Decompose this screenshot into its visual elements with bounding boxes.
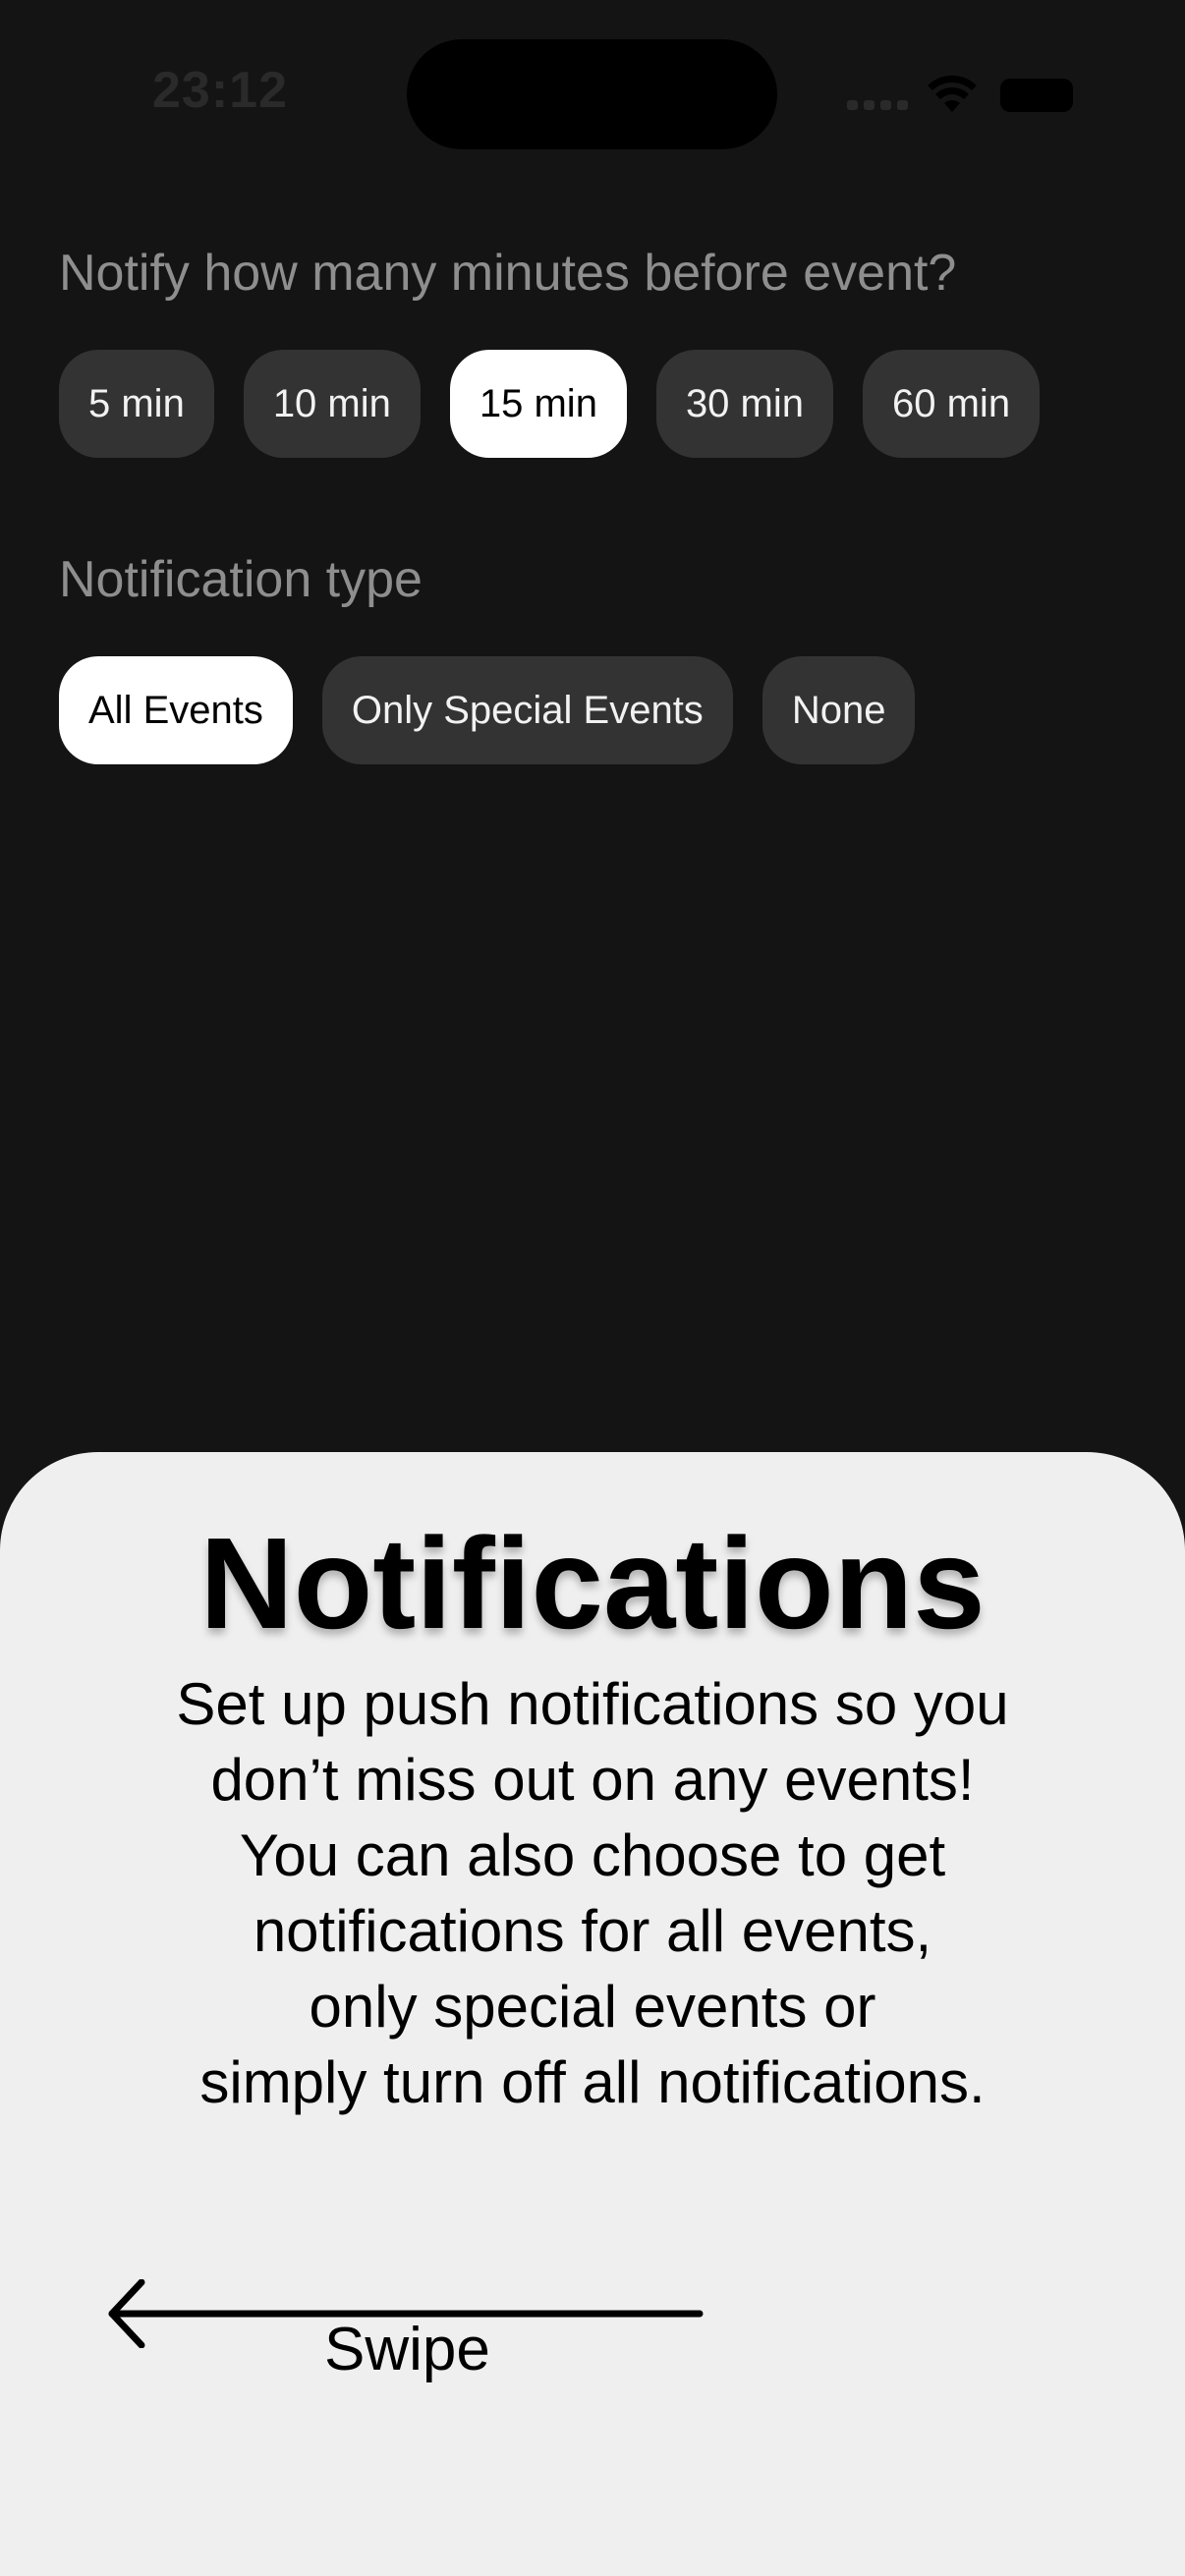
type-option-special-events[interactable]: Only Special Events — [321, 656, 733, 764]
minutes-option-15[interactable]: 15 min — [449, 350, 627, 458]
battery-icon — [1000, 79, 1073, 112]
description-line: don’t miss out on any events! — [210, 1747, 975, 1813]
description-line: only special events or — [309, 1974, 876, 2040]
description-line: You can also choose to get — [239, 1822, 946, 1888]
minutes-option-10[interactable]: 10 min — [243, 350, 421, 458]
type-section-label: Notification type — [59, 551, 423, 608]
minutes-option-5[interactable]: 5 min — [59, 350, 214, 458]
description-line: simply turn off all notifications. — [199, 2049, 986, 2115]
type-option-none[interactable]: None — [762, 656, 916, 764]
type-option-all-events[interactable]: All Events — [59, 656, 293, 764]
status-bar: 23:12 — [0, 0, 1185, 196]
sheet-description: Set up push notifications so you don’t m… — [59, 1666, 1126, 2120]
status-time: 23:12 — [152, 62, 288, 119]
minutes-options: 5 min 10 min 15 min 30 min 60 min — [59, 350, 1041, 458]
minutes-option-60[interactable]: 60 min — [863, 350, 1041, 458]
onboarding-sheet[interactable]: Notifications Set up push notifications … — [0, 1452, 1185, 2576]
wifi-icon — [928, 75, 977, 112]
description-line: Set up push notifications so you — [176, 1671, 1009, 1737]
minutes-option-30[interactable]: 30 min — [655, 350, 833, 458]
description-line: notifications for all events, — [253, 1898, 932, 1964]
swipe-hint-label: Swipe — [324, 2316, 490, 2383]
dynamic-island — [407, 39, 777, 149]
sheet-title: Notifications — [199, 1511, 986, 1655]
signal-icon — [847, 96, 908, 110]
type-options: All Events Only Special Events None — [59, 656, 916, 764]
minutes-section-label: Notify how many minutes before event? — [59, 245, 957, 302]
onboarding-screen: 23:12 Notify how many minutes before eve… — [0, 0, 1185, 2576]
